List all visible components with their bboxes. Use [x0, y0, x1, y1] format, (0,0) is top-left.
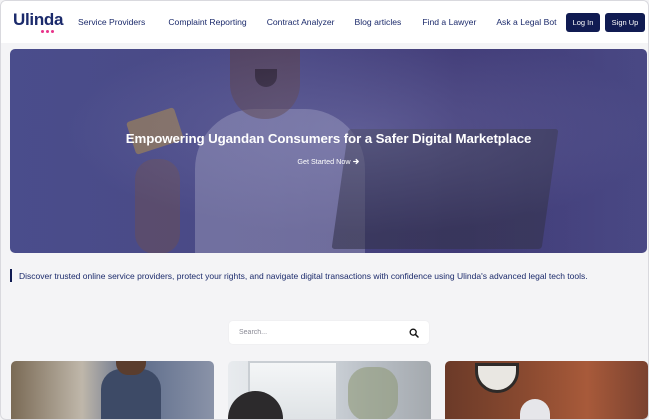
- provider-card-1[interactable]: [11, 361, 214, 419]
- main-nav: Service Providers Complaint Reporting Co…: [78, 1, 557, 43]
- tagline-accent-bar: [10, 269, 12, 282]
- get-started-label: Get Started Now: [297, 157, 351, 166]
- search-icon[interactable]: [409, 328, 419, 338]
- nav-find-a-lawyer[interactable]: Find a Lawyer: [422, 17, 476, 27]
- nav-complaint-reporting[interactable]: Complaint Reporting: [168, 17, 246, 27]
- search-box: [229, 321, 429, 344]
- logo-dots: [41, 30, 54, 33]
- nav-ask-legal-bot[interactable]: Ask a Legal Bot: [496, 17, 556, 27]
- tagline-text: Discover trusted online service provider…: [19, 270, 588, 281]
- nav-contract-analyzer[interactable]: Contract Analyzer: [267, 17, 335, 27]
- card-image-1: [101, 369, 161, 419]
- page: Ulinda Service Providers Complaint Repor…: [0, 0, 649, 420]
- hero-title: Empowering Ugandan Consumers for a Safer…: [125, 131, 532, 146]
- signup-button[interactable]: Sign Up: [605, 13, 645, 32]
- nav-service-providers[interactable]: Service Providers: [78, 17, 145, 27]
- nav-blog-articles[interactable]: Blog articles: [355, 17, 402, 27]
- hero-overlay: [10, 49, 647, 253]
- card-image-2-plant: [348, 367, 398, 419]
- login-button[interactable]: Log In: [566, 13, 600, 32]
- search-input[interactable]: [239, 329, 409, 336]
- hero-banner: Empowering Ugandan Consumers for a Safer…: [10, 49, 647, 253]
- tagline: Discover trusted online service provider…: [10, 269, 588, 282]
- get-started-button[interactable]: Get Started Now: [10, 157, 647, 166]
- provider-card-3[interactable]: [445, 361, 648, 419]
- logo-text: Ulinda: [13, 10, 64, 29]
- provider-card-2[interactable]: [228, 361, 431, 419]
- card-image-3-person: [520, 399, 550, 419]
- top-navbar: Ulinda Service Providers Complaint Repor…: [1, 1, 648, 43]
- arrow-right-icon: [352, 158, 359, 165]
- clock-icon: [475, 363, 519, 393]
- ulinda-logo[interactable]: Ulinda: [13, 10, 63, 36]
